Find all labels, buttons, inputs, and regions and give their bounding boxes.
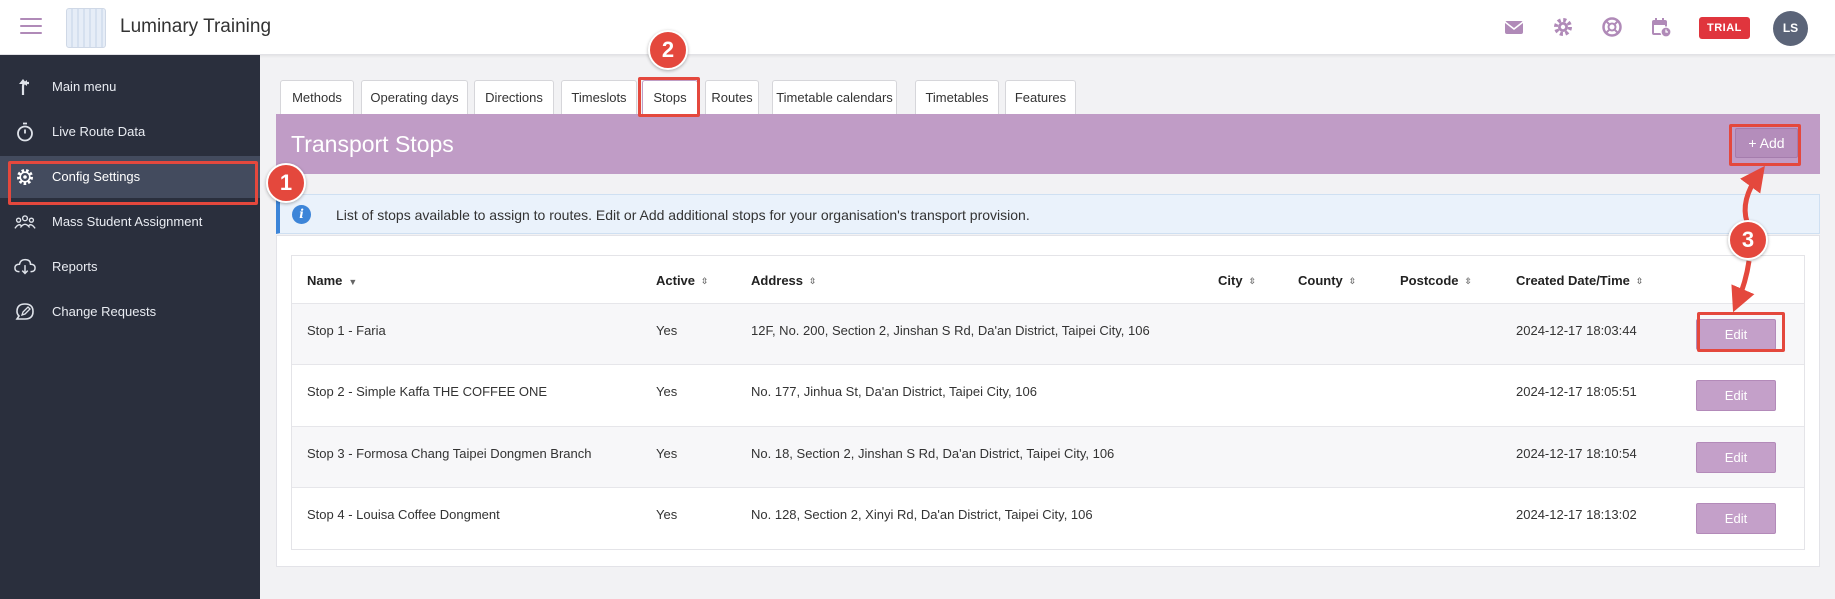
- page-header-banner: Transport Stops + Add: [276, 114, 1820, 174]
- mail-icon[interactable]: [1503, 16, 1525, 38]
- trial-badge: TRIAL: [1699, 17, 1750, 39]
- tab-methods[interactable]: Methods: [280, 80, 354, 114]
- edit-bubble-icon: [15, 303, 34, 320]
- cell-address: 12F, No. 200, Section 2, Jinshan S Rd, D…: [751, 323, 1150, 338]
- cell-name: Stop 2 - Simple Kaffa THE COFFEE ONE: [307, 384, 548, 399]
- cell-created: 2024-12-17 18:05:51: [1516, 384, 1637, 399]
- sidebar-item-label: Change Requests: [52, 304, 157, 319]
- edit-button[interactable]: Edit: [1696, 319, 1776, 350]
- info-message: i List of stops available to assign to r…: [276, 194, 1820, 234]
- step-badge-3: 3: [1728, 220, 1768, 260]
- tab-timetables[interactable]: Timetables: [915, 80, 999, 114]
- sidebar-item-live-route-data[interactable]: Live Route Data: [0, 111, 260, 153]
- table-row: Stop 1 - Faria Yes 12F, No. 200, Section…: [292, 303, 1804, 364]
- sidebar-item-label: Main menu: [52, 79, 117, 94]
- cloud-download-icon: [14, 258, 36, 275]
- sidebar: Main menu Live Route Data Config Setting…: [0, 55, 260, 599]
- sidebar-item-change-requests[interactable]: Change Requests: [0, 291, 260, 333]
- cell-name: Stop 1 - Faria: [307, 323, 386, 338]
- top-bar: Luminary Training TRIAL LS: [0, 0, 1835, 55]
- arrow-up-icon: [19, 79, 29, 95]
- info-text: List of stops available to assign to rou…: [336, 207, 1030, 223]
- cell-active: Yes: [656, 446, 678, 461]
- calendar-icon[interactable]: [1650, 16, 1672, 38]
- sidebar-item-label: Reports: [52, 259, 98, 274]
- sort-icon: ⇳: [1248, 276, 1257, 287]
- column-header-postcode[interactable]: Postcode ⇳: [1400, 273, 1472, 288]
- column-header-county[interactable]: County ⇳: [1298, 273, 1356, 288]
- page-title: Transport Stops: [291, 131, 454, 157]
- cell-created: 2024-12-17 18:13:02: [1516, 507, 1637, 522]
- edit-button[interactable]: Edit: [1696, 380, 1776, 411]
- cell-name: Stop 4 - Louisa Coffee Dongment: [307, 507, 500, 522]
- sidebar-item-label: Mass Student Assignment: [52, 214, 203, 229]
- step-badge-1: 1: [266, 163, 306, 203]
- sort-icon: ⇳: [809, 276, 817, 287]
- cell-address: No. 18, Section 2, Jinshan S Rd, Da'an D…: [751, 446, 1115, 461]
- sidebar-item-mass-student-assignment[interactable]: Mass Student Assignment: [0, 201, 260, 243]
- sort-desc-icon: ▼: [348, 276, 358, 287]
- stopwatch-icon: [17, 122, 33, 142]
- sidebar-item-config-settings[interactable]: Config Settings: [0, 156, 260, 198]
- column-header-address[interactable]: Address ⇳: [751, 273, 817, 288]
- sidebar-item-label: Config Settings: [52, 169, 141, 184]
- tab-stops[interactable]: Stops: [642, 80, 698, 114]
- cell-name: Stop 3 - Formosa Chang Taipei Dongmen Br…: [307, 446, 592, 461]
- cell-created: 2024-12-17 18:10:54: [1516, 446, 1637, 461]
- cell-address: No. 128, Section 2, Xinyi Rd, Da'an Dist…: [751, 507, 1093, 522]
- table-row: Stop 4 - Louisa Coffee Dongment Yes No. …: [292, 487, 1804, 548]
- table-row: Stop 3 - Formosa Chang Taipei Dongmen Br…: [292, 426, 1804, 487]
- tab-timeslots[interactable]: Timeslots: [561, 80, 637, 114]
- column-header-name[interactable]: Name ▼: [307, 273, 357, 288]
- cell-created: 2024-12-17 18:03:44: [1516, 323, 1637, 338]
- gear-icon[interactable]: [1552, 16, 1574, 38]
- cell-active: Yes: [656, 507, 678, 522]
- cell-active: Yes: [656, 384, 678, 399]
- info-icon: i: [292, 205, 311, 224]
- cell-active: Yes: [656, 323, 678, 338]
- add-stop-button[interactable]: + Add: [1735, 128, 1798, 158]
- column-header-created[interactable]: Created Date/Time ⇳: [1516, 273, 1643, 288]
- tab-features[interactable]: Features: [1005, 80, 1076, 114]
- stops-table: Name ▼ Active ⇳ Address ⇳ City ⇳ County ⇳ Pos…: [291, 255, 1805, 550]
- lifebuoy-icon[interactable]: [1601, 16, 1623, 38]
- group-icon: [14, 215, 36, 229]
- table-row: Stop 2 - Simple Kaffa THE COFFEE ONE Yes…: [292, 364, 1804, 425]
- sidebar-item-main-menu[interactable]: Main menu: [0, 66, 260, 108]
- app-logo: [66, 8, 106, 48]
- tab-timetable-calendars[interactable]: Timetable calendars: [772, 80, 897, 114]
- column-header-active[interactable]: Active ⇳: [656, 273, 709, 288]
- step-badge-2: 2: [648, 30, 688, 70]
- sidebar-item-reports[interactable]: Reports: [0, 246, 260, 288]
- cell-address: No. 177, Jinhua St, Da'an District, Taip…: [751, 384, 1037, 399]
- edit-button[interactable]: Edit: [1696, 503, 1776, 534]
- sort-icon: ⇳: [701, 276, 709, 287]
- hamburger-menu-icon[interactable]: [20, 18, 42, 35]
- app-title: Luminary Training: [120, 16, 272, 37]
- column-header-city[interactable]: City ⇳: [1218, 273, 1256, 288]
- sort-icon: ⇳: [1348, 276, 1357, 287]
- gear-icon: [17, 169, 33, 185]
- sort-icon: ⇳: [1464, 276, 1473, 287]
- tab-routes[interactable]: Routes: [705, 80, 759, 114]
- stops-table-card: Name ▼ Active ⇳ Address ⇳ City ⇳ County ⇳ Pos…: [276, 235, 1820, 567]
- edit-button[interactable]: Edit: [1696, 442, 1776, 473]
- sort-icon: ⇳: [1635, 276, 1644, 287]
- avatar[interactable]: LS: [1773, 11, 1808, 46]
- tab-directions[interactable]: Directions: [474, 80, 554, 114]
- tab-operating-days[interactable]: Operating days: [361, 80, 468, 114]
- sidebar-item-label: Live Route Data: [52, 124, 146, 139]
